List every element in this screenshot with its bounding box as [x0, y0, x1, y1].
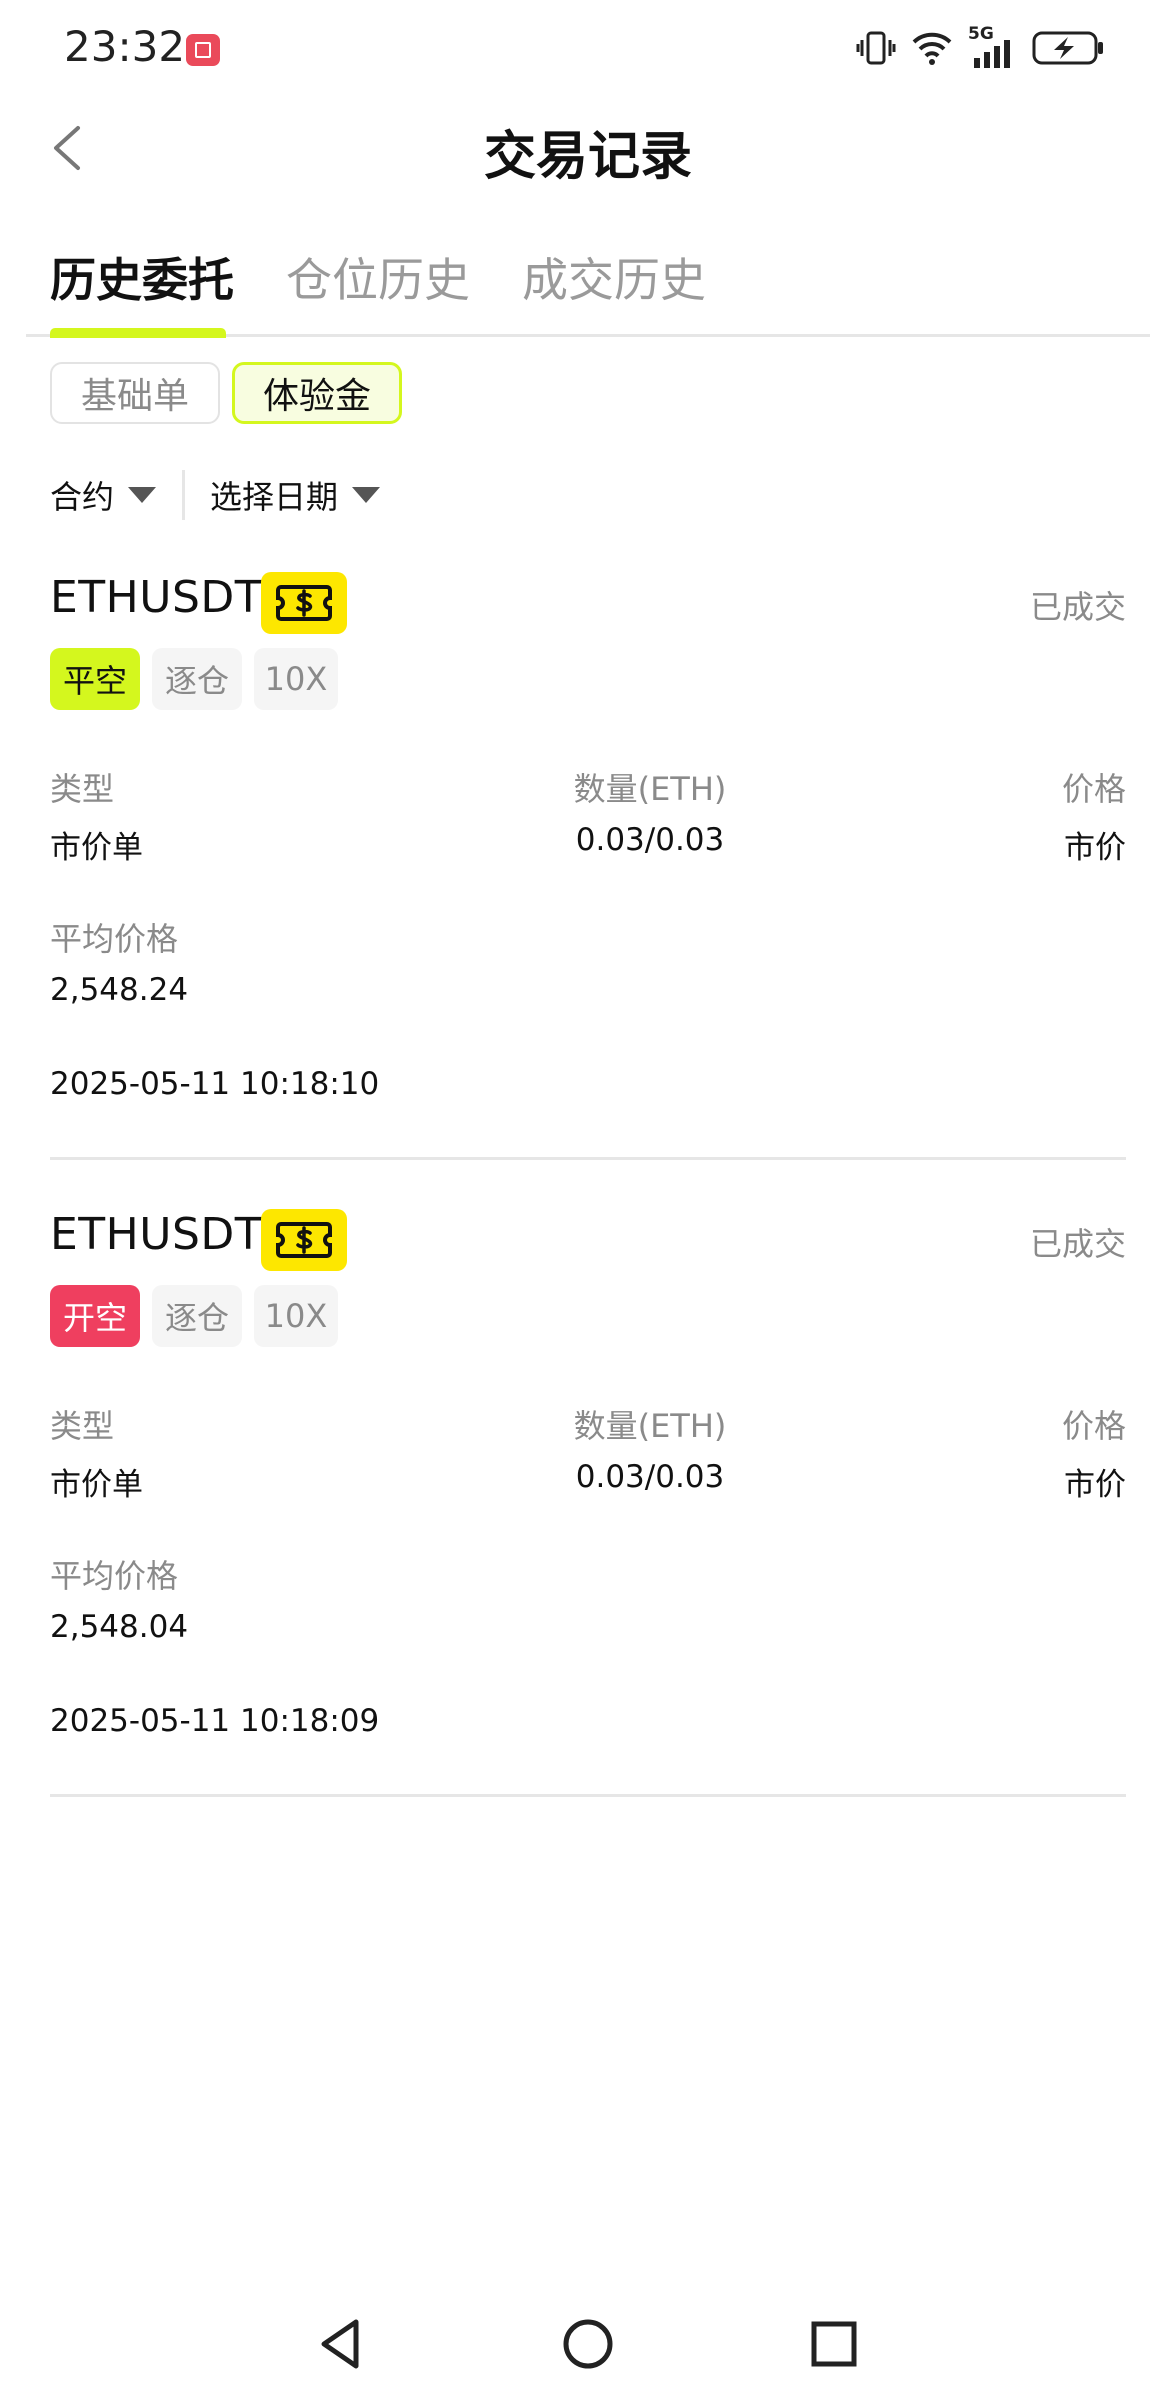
order-status: 已成交 [1029, 588, 1126, 626]
tab-trade-history[interactable]: 成交历史 [522, 244, 706, 310]
order-status: 已成交 [1029, 1225, 1126, 1263]
margin-mode-badge: 逐仓 [152, 648, 242, 710]
leverage-badge: 10X [254, 1285, 338, 1347]
price-label: 价格 [1061, 770, 1126, 808]
order-timestamp: 2025-05-11 10:18:09 [50, 1703, 380, 1739]
leverage-badge: 10X [254, 648, 338, 710]
subtab-basic-order[interactable]: 基础单 [50, 362, 220, 424]
tab-order-history[interactable]: 历史委托 [50, 244, 234, 310]
card-divider [50, 1157, 1126, 1160]
order-timestamp: 2025-05-11 10:18:10 [50, 1066, 380, 1102]
avg-price-label: 平均价格 [50, 920, 179, 958]
side-badge: 开空 [50, 1285, 140, 1347]
bonus-ticket-icon [261, 1209, 347, 1271]
type-label: 类型 [50, 770, 115, 808]
circle-home-icon [563, 2319, 613, 2369]
side-badge: 平空 [50, 648, 140, 710]
subtab-trial-fund[interactable]: 体验金 [232, 362, 402, 424]
quantity-label: 数量(ETH) [573, 1407, 727, 1445]
status-time: 23:32 [64, 22, 186, 71]
quantity-value: 0.03/0.03 [575, 1459, 725, 1495]
quantity-label: 数量(ETH) [573, 770, 727, 808]
status-icons: 5G [856, 24, 1106, 70]
avg-price-value: 2,548.24 [50, 972, 189, 1008]
margin-mode-badge: 逐仓 [152, 1285, 242, 1347]
nav-back-button[interactable] [310, 2312, 374, 2376]
date-filter[interactable]: 选择日期 [210, 472, 381, 518]
order-card[interactable]: ETHUSDT 已成交 开空 逐仓 10X 类型 市价单 数量(ETH) 0.0… [50, 1209, 1126, 1846]
avg-price-label: 平均价格 [50, 1557, 179, 1595]
vibrate-icon [856, 31, 896, 65]
caret-down-icon [128, 487, 157, 503]
order-card[interactable]: ETHUSDT 已成交 平空 逐仓 10X 类型 市价单 数量(ETH) 0.0… [50, 572, 1126, 1209]
card-divider [50, 1794, 1126, 1797]
avg-price-value: 2,548.04 [50, 1609, 189, 1645]
price-value: 市价 [1064, 830, 1126, 866]
active-tab-indicator [50, 328, 226, 338]
contract-filter-label: 合约 [50, 478, 115, 516]
tab-position-history[interactable]: 仓位历史 [286, 244, 470, 310]
wifi-icon [912, 32, 952, 65]
square-recent-icon [811, 2321, 857, 2367]
type-value: 市价单 [50, 830, 143, 866]
contract-filter[interactable]: 合约 [50, 472, 157, 518]
type-label: 类型 [50, 1407, 115, 1445]
nav-recent-apps-button[interactable] [802, 2312, 866, 2376]
order-symbol: ETHUSDT [50, 1209, 263, 1260]
quantity-value: 0.03/0.03 [575, 822, 725, 858]
bonus-ticket-icon [261, 572, 347, 634]
main-tabs: 历史委托 仓位历史 成交历史 [50, 244, 706, 310]
date-filter-label: 选择日期 [210, 478, 339, 516]
page-title: 交易记录 [483, 127, 692, 187]
order-symbol: ETHUSDT [50, 572, 263, 623]
price-label: 价格 [1061, 1407, 1126, 1445]
caret-down-icon [352, 487, 381, 503]
type-value: 市价单 [50, 1467, 143, 1503]
notification-app-icon [186, 34, 220, 66]
signal-icon: 5G [968, 24, 1018, 68]
nav-home-button[interactable] [556, 2312, 620, 2376]
filter-separator [182, 470, 185, 520]
battery-charging-icon [1032, 31, 1103, 65]
triangle-back-icon [321, 2319, 359, 2369]
price-value: 市价 [1064, 1467, 1126, 1503]
